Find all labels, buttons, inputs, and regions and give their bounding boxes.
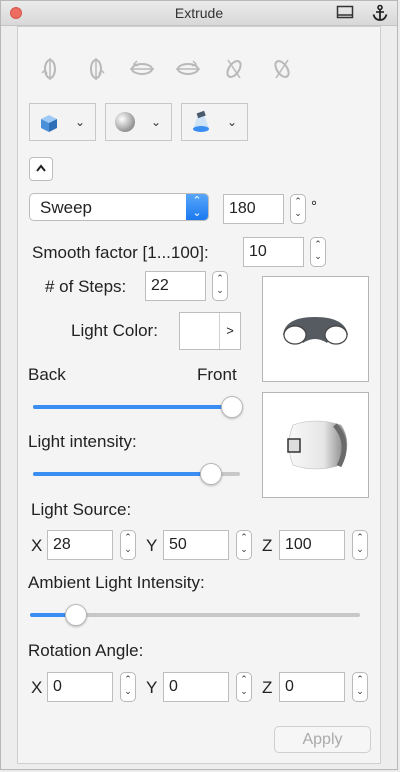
rotation-x-input[interactable]: 0 <box>47 672 113 702</box>
sweep-angle-stepper[interactable]: ⌃ ⌄ <box>290 194 306 224</box>
chevron-down-icon: ⌄ <box>74 115 85 129</box>
mode-select-value: Sweep <box>40 198 92 217</box>
light-color-arrow: > <box>219 313 240 349</box>
rotation-y-label: Y <box>146 678 158 697</box>
back-label: Back <box>28 365 66 384</box>
anchor-icon[interactable] <box>371 4 389 27</box>
rotate-y-ccw-icon[interactable] <box>128 55 156 83</box>
light-intensity-slider-knob[interactable] <box>200 463 223 485</box>
smooth-factor-input[interactable]: 10 <box>243 237 304 267</box>
rotate-x-ccw-icon[interactable] <box>36 55 64 83</box>
back-front-slider-fill <box>33 405 232 409</box>
extruded-object-icon <box>287 420 348 470</box>
sweep-angle-input[interactable]: 180 <box>223 194 284 224</box>
steps-input[interactable]: 22 <box>145 271 206 301</box>
light-source-z-label: Z <box>262 536 273 555</box>
light-color-well[interactable]: > <box>179 312 241 350</box>
rotate-z-ccw-icon[interactable] <box>220 55 248 83</box>
collapse-button[interactable] <box>29 157 53 181</box>
steps-stepper[interactable]: ⌃ ⌄ <box>212 271 228 301</box>
rotation-z-stepper[interactable]: ⌃ ⌄ <box>352 672 368 702</box>
light-source-y-label: Y <box>146 536 158 555</box>
light-source-y-input[interactable]: 50 <box>163 530 229 560</box>
light-source-x-stepper[interactable]: ⌃ ⌄ <box>120 530 136 560</box>
light-source-y-stepper[interactable]: ⌃ ⌄ <box>236 530 252 560</box>
rotation-y-stepper[interactable]: ⌃ ⌄ <box>236 672 252 702</box>
light-color-label: Light Color: <box>71 321 158 340</box>
object-preview <box>262 392 369 498</box>
ambient-light-label: Ambient Light Intensity: <box>28 573 205 592</box>
sphere-icon <box>113 110 137 139</box>
front-label: Front <box>197 365 237 384</box>
profile-shape-icon <box>283 317 348 345</box>
rotation-z-input[interactable]: 0 <box>279 672 345 702</box>
back-front-slider[interactable] <box>33 405 240 409</box>
title-bar: Extrude <box>1 1 397 26</box>
apply-button[interactable]: Apply <box>274 726 371 753</box>
light-source-x-label: X <box>31 536 43 555</box>
steps-label: # of Steps: <box>45 277 127 296</box>
chevron-updown-icon: ⌃ ⌄ <box>186 194 208 220</box>
rotate-x-cw-icon[interactable] <box>82 55 110 83</box>
rotation-y-input[interactable]: 0 <box>163 672 229 702</box>
light-intensity-label: Light intensity: <box>28 432 137 451</box>
shape-dropdown[interactable]: ⌄ <box>29 103 96 141</box>
rotate-y-cw-icon[interactable] <box>174 55 202 83</box>
rotation-angle-label: Rotation Angle: <box>28 641 144 660</box>
chevron-down-icon: ⌄ <box>150 115 161 129</box>
profile-preview <box>262 276 369 382</box>
rotate-z-cw-icon[interactable] <box>268 55 296 83</box>
light-intensity-slider-fill <box>33 472 212 476</box>
chevron-down-icon: ⌄ <box>226 115 237 129</box>
rotation-x-label: X <box>31 678 43 697</box>
smooth-factor-stepper[interactable]: ⌃ ⌄ <box>310 237 326 267</box>
light-source-z-stepper[interactable]: ⌃ ⌄ <box>352 530 368 560</box>
light-source-z-input[interactable]: 100 <box>279 530 345 560</box>
rotation-z-label: Z <box>262 678 273 697</box>
light-source-label: Light Source: <box>31 500 132 519</box>
window-icon[interactable] <box>336 4 354 25</box>
lighting-dropdown[interactable]: ⌄ <box>181 103 248 141</box>
light-source-x-input[interactable]: 28 <box>47 530 113 560</box>
mode-select[interactable]: Sweep ⌃ ⌄ <box>29 193 209 221</box>
spotlight-icon <box>189 110 215 139</box>
rotation-x-stepper[interactable]: ⌃ ⌄ <box>120 672 136 702</box>
material-dropdown[interactable]: ⌄ <box>105 103 172 141</box>
smooth-factor-label: Smooth factor [1...100]: <box>32 243 209 262</box>
back-front-slider-knob[interactable] <box>220 396 243 418</box>
degree-unit: ° <box>311 198 317 215</box>
cube-icon <box>37 111 61 140</box>
